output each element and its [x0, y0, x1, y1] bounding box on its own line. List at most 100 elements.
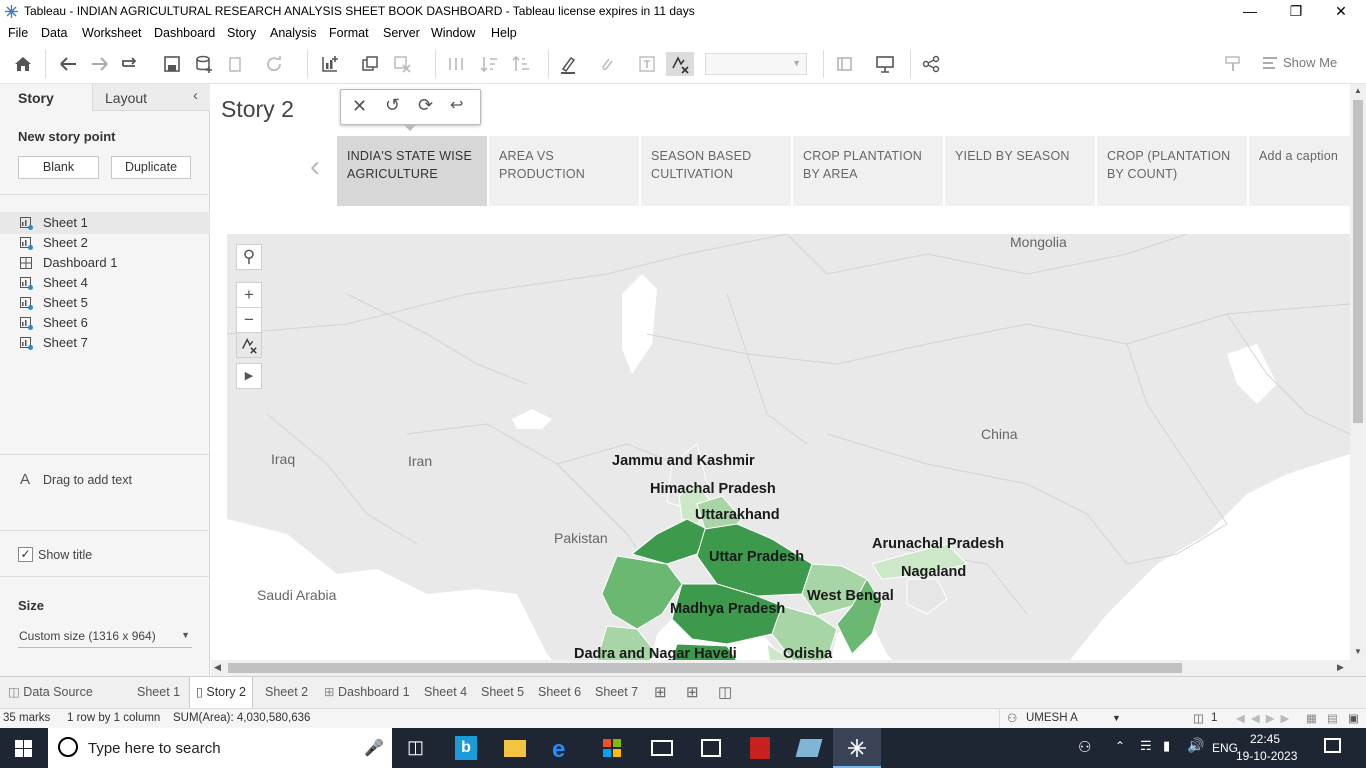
show-labels-icon[interactable]	[637, 54, 659, 74]
new-worksheet-tab-icon[interactable]: ⊞	[654, 677, 667, 708]
user-dropdown[interactable]: ⚇ UMESH A ▼	[999, 709, 1125, 728]
new-story-tab-icon[interactable]: ◫	[718, 677, 732, 708]
show-me-button[interactable]: Show Me	[1262, 54, 1352, 74]
state-label-nagaland[interactable]: Nagaland	[901, 564, 966, 580]
horizontal-scrollbar[interactable]: ◀ ▶	[211, 660, 1366, 676]
menu-help[interactable]: Help	[491, 26, 517, 40]
file-explorer-icon[interactable]	[490, 728, 538, 768]
duplicate-sheet-icon[interactable]	[360, 54, 382, 74]
show-title-checkbox[interactable]: ✓	[18, 547, 33, 562]
swap-rows-columns-icon[interactable]	[446, 54, 468, 74]
new-dashboard-tab-icon[interactable]: ⊞	[686, 677, 699, 708]
pin-map-icon[interactable]	[236, 332, 262, 358]
size-dropdown[interactable]: Custom size (1316 x 964) ▼	[18, 626, 192, 648]
tab-view-icon[interactable]: ▣	[1348, 711, 1359, 725]
tab-sheet-6[interactable]: Sheet 6	[538, 677, 581, 708]
format-painter-icon[interactable]	[1223, 54, 1245, 74]
menu-analysis[interactable]: Analysis	[270, 26, 317, 40]
refresh-icon[interactable]	[264, 54, 286, 74]
redo-icon[interactable]	[90, 54, 112, 74]
vertical-scrollbar[interactable]: ▲ ▼	[1350, 84, 1366, 660]
presentation-mode-icon[interactable]	[875, 54, 897, 74]
menu-server[interactable]: Server	[383, 26, 420, 40]
replay-icon[interactable]	[120, 54, 142, 74]
menu-dashboard[interactable]: Dashboard	[154, 26, 215, 40]
fix-axes-icon[interactable]	[666, 52, 694, 76]
tab-sheet-1[interactable]: Sheet 1	[137, 677, 180, 708]
minimize-button[interactable]: —	[1227, 0, 1273, 23]
highlight-icon[interactable]	[558, 54, 580, 74]
clock-date[interactable]: 19-10-2023	[1236, 749, 1297, 763]
sort-descending-icon[interactable]	[511, 54, 533, 74]
add-caption-point[interactable]: Add a caption	[1249, 136, 1350, 206]
menu-story[interactable]: Story	[227, 26, 256, 40]
india-agriculture-map[interactable]: Mongolia China Iran Iraq Pakistan Saudi …	[227, 234, 1350, 676]
menu-window[interactable]: Window	[431, 26, 475, 40]
app-icon[interactable]	[784, 728, 832, 768]
language-indicator[interactable]: ENG	[1212, 741, 1238, 755]
story-point-6[interactable]: CROP (PLANTATION BY COUNT)	[1097, 136, 1247, 206]
volume-icon[interactable]: 🔊	[1187, 737, 1204, 754]
data-source-tab[interactable]: ◫ Data Source	[8, 677, 93, 708]
restore-button[interactable]: ❐	[1273, 0, 1319, 23]
tab-sheet-5[interactable]: Sheet 5	[481, 677, 524, 708]
task-view-icon[interactable]: ◫	[392, 728, 440, 768]
bing-icon[interactable]: b	[441, 728, 489, 768]
menu-file[interactable]: File	[8, 26, 28, 40]
state-label-jammu-kashmir[interactable]: Jammu and Kashmir	[612, 453, 755, 469]
share-icon[interactable]	[921, 54, 943, 74]
people-icon[interactable]: ⚇	[1078, 738, 1091, 756]
story-point-5[interactable]: YIELD BY SEASON	[945, 136, 1095, 206]
pdf-reader-icon[interactable]	[735, 728, 783, 768]
new-worksheet-icon[interactable]	[320, 54, 342, 74]
fit-dropdown[interactable]: ▼	[705, 53, 807, 75]
previous-story-point-icon[interactable]: ‹	[310, 150, 320, 184]
page-navigation[interactable]: ◀◀▶▶	[1236, 711, 1295, 725]
drag-text-object[interactable]: A Drag to add text	[18, 471, 198, 491]
expand-toolbar-icon[interactable]: ▶	[236, 363, 262, 389]
mail-icon[interactable]	[637, 728, 685, 768]
grid-view-icon[interactable]: ▦	[1306, 711, 1317, 725]
paste-icon[interactable]	[226, 54, 248, 74]
menu-data[interactable]: Data	[41, 26, 67, 40]
photos-icon[interactable]	[686, 728, 734, 768]
menu-worksheet[interactable]: Worksheet	[82, 26, 142, 40]
map-search-icon[interactable]: ⚲	[236, 244, 262, 270]
state-label-madhya-pradesh[interactable]: Madhya Pradesh	[670, 601, 785, 617]
revert-icon[interactable]: ↺	[385, 95, 400, 116]
update-icon[interactable]: ⟳	[418, 95, 433, 116]
show-cards-icon[interactable]	[835, 54, 857, 74]
tab-story-2[interactable]: ▯ Story 2	[189, 677, 253, 708]
zoom-in-icon[interactable]: +	[236, 282, 262, 308]
state-label-himachal-pradesh[interactable]: Himachal Pradesh	[650, 481, 776, 497]
collapse-panel-icon[interactable]: ‹	[193, 87, 198, 104]
clear-sheet-icon[interactable]	[392, 54, 414, 74]
close-window-button[interactable]: ✕	[1318, 0, 1364, 23]
duplicate-button[interactable]: Duplicate	[111, 156, 191, 179]
filmstrip-view-icon[interactable]: ▤	[1327, 711, 1338, 725]
save-icon[interactable]	[162, 54, 184, 74]
tab-sheet-2[interactable]: Sheet 2	[265, 677, 308, 708]
save-as-new-icon[interactable]: ↩	[450, 95, 463, 115]
story-point-2[interactable]: AREA VS PRODUCTION	[489, 136, 639, 206]
state-label-west-bengal[interactable]: West Bengal	[807, 588, 894, 604]
tab-sheet-4[interactable]: Sheet 4	[424, 677, 467, 708]
group-members-icon[interactable]	[596, 54, 618, 74]
state-label-uttarakhand[interactable]: Uttarakhand	[695, 507, 780, 523]
chevron-up-icon[interactable]: ⌃	[1115, 739, 1125, 753]
story-point-1[interactable]: INDIA'S STATE WISE AGRICULTURE	[337, 136, 487, 206]
taskbar-search-box[interactable]: Type here to search 🎤	[48, 728, 392, 768]
battery-icon[interactable]: ▮	[1163, 738, 1170, 754]
new-data-source-icon[interactable]	[194, 54, 216, 74]
tab-dashboard-1[interactable]: ⊞ Dashboard 1	[324, 677, 410, 708]
undo-icon[interactable]	[58, 54, 80, 74]
network-icon[interactable]: ☴	[1140, 738, 1152, 754]
tab-sheet-7[interactable]: Sheet 7	[595, 677, 638, 708]
start-button[interactable]	[0, 728, 48, 768]
notifications-icon[interactable]	[1324, 738, 1341, 753]
delete-story-point-icon[interactable]: ✕	[352, 96, 367, 117]
tab-layout[interactable]: Layout ‹	[92, 84, 210, 111]
state-label-arunachal-pradesh[interactable]: Arunachal Pradesh	[872, 536, 1004, 552]
blank-button[interactable]: Blank	[18, 156, 99, 179]
microphone-icon[interactable]: 🎤	[364, 738, 384, 758]
